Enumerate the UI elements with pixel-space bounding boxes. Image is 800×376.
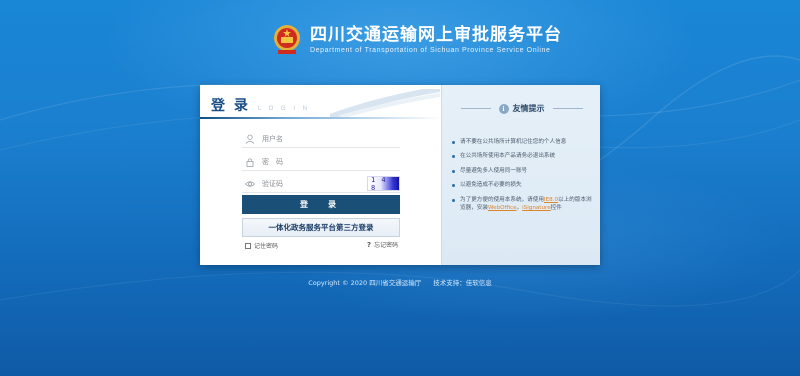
- login-card: 登 录 L O G I N 用户名 密 码 验证码 1 4 5 8 登 录 一体…: [200, 85, 600, 265]
- footer: Copyright © 2020 四川省交通运输厅 技术支持：佳软信息: [0, 277, 800, 287]
- remember-password[interactable]: 记住密码: [245, 241, 278, 250]
- password-field[interactable]: 密 码: [242, 153, 400, 171]
- login-heading: 登 录 L O G I N: [211, 95, 310, 115]
- question-icon: ?: [367, 240, 372, 249]
- info-icon: i: [498, 103, 509, 114]
- tip-item: 以避免造成不必要的损失: [452, 181, 592, 189]
- weboffice-link[interactable]: WebOffice: [488, 205, 517, 211]
- forgot-label: 忘记密码: [374, 242, 399, 249]
- captcha-image[interactable]: 1 4 5 8: [367, 176, 400, 192]
- third-party-login-button[interactable]: 一体化政务服务平台第三方登录: [242, 218, 400, 237]
- lock-icon: [246, 157, 254, 167]
- forgot-password-link[interactable]: ? 忘记密码: [367, 240, 399, 250]
- password-placeholder: 密 码: [262, 157, 283, 166]
- tip-item: 尽量避免多人使用同一账号: [452, 167, 592, 175]
- login-title: 登 录: [211, 98, 250, 114]
- site-title: 四川交通运输网上审批服务平台: [310, 24, 562, 45]
- remember-checkbox[interactable]: [245, 242, 251, 249]
- username-placeholder: 用户名: [262, 134, 283, 143]
- footer-support: 技术支持：佳软信息: [433, 279, 492, 287]
- tip-item: 请不要在公共场所计算机记住您的个人信息: [452, 138, 592, 146]
- isignature-link[interactable]: iSignature: [522, 205, 551, 211]
- bullet-icon: [452, 198, 455, 202]
- bullet-icon: [452, 183, 455, 187]
- bullet-icon: [452, 140, 455, 144]
- login-panel: 登 录 L O G I N 用户名 密 码 验证码 1 4 5 8 登 录 一体…: [200, 85, 441, 265]
- eye-icon: [245, 180, 255, 187]
- bullet-icon: [452, 154, 455, 158]
- captcha-field[interactable]: 验证码 1 4 5 8: [242, 175, 400, 193]
- tips-header: i 友情提示: [442, 103, 601, 114]
- username-field[interactable]: 用户名: [242, 130, 400, 148]
- site-header: 四川交通运输网上审批服务平台 Department of Transportat…: [272, 22, 562, 56]
- site-subtitle: Department of Transportation of Sichuan …: [310, 46, 551, 54]
- remember-label: 记住密码: [254, 243, 279, 250]
- tips-divider-left: [460, 108, 491, 109]
- ie-link[interactable]: IE8.0: [544, 197, 558, 203]
- tip-item-browser: 为了更方便的使用本系统，请使用IE8.0以上的版本浏览器，安装WebOffice…: [452, 196, 592, 212]
- captcha-placeholder: 验证码: [262, 179, 283, 188]
- national-emblem-icon: [274, 25, 300, 54]
- title-underline: [200, 117, 441, 119]
- tip-item: 在公共场所使用本产品请务必退出系统: [452, 152, 592, 160]
- login-title-en: L O G I N: [257, 106, 310, 112]
- bullet-icon: [452, 169, 455, 173]
- title-decoration: [330, 89, 440, 117]
- footer-copyright: Copyright © 2020 四川省交通运输厅: [308, 279, 422, 287]
- login-button[interactable]: 登 录: [242, 195, 400, 214]
- tips-divider-right: [552, 108, 583, 109]
- user-icon: [245, 134, 255, 144]
- tips-panel: i 友情提示 请不要在公共场所计算机记住您的个人信息 在公共场所使用本产品请务必…: [441, 85, 600, 265]
- tips-title: 友情提示: [512, 104, 545, 113]
